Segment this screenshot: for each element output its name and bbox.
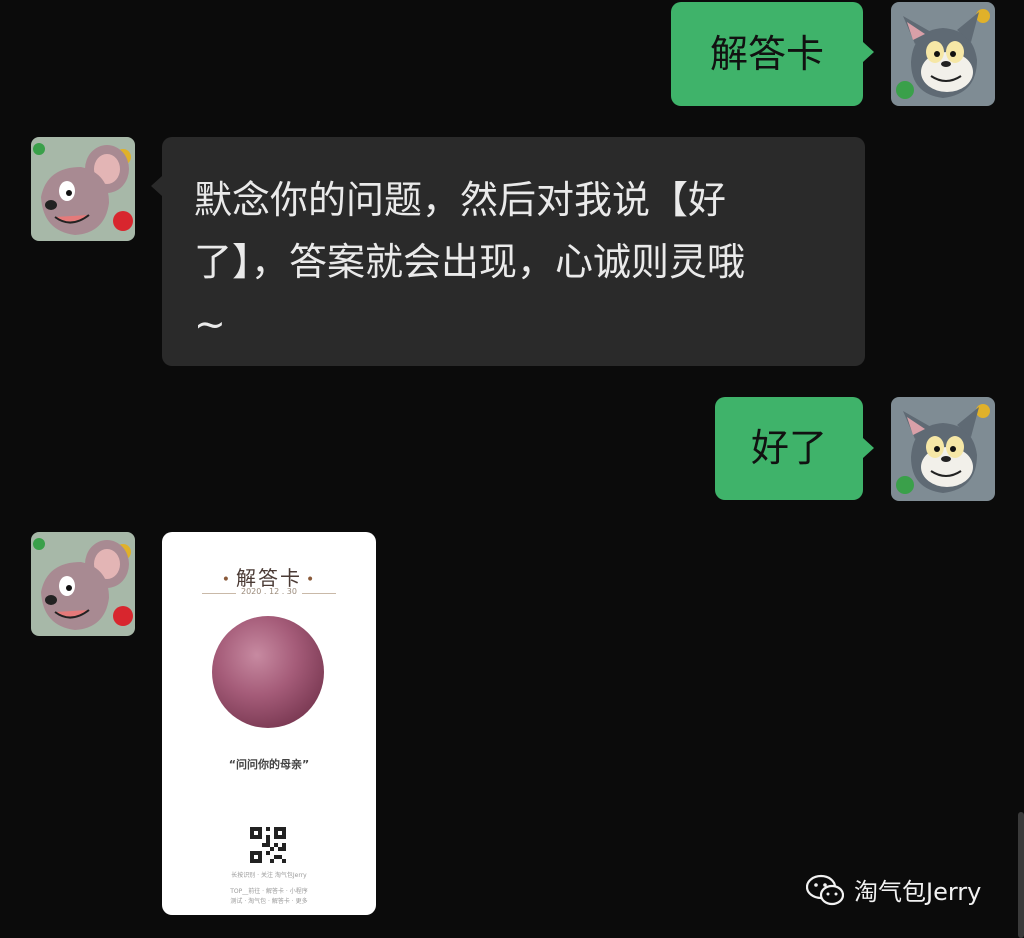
watermark-text: 淘气包Jerry (854, 878, 982, 906)
card-date: 2020 . 12 . 30 (162, 587, 376, 596)
bubble-tail (151, 176, 162, 196)
message-text-line: 默念你的问题，然后对我说【好 (194, 178, 727, 222)
message-text: 好了 (750, 426, 827, 470)
bubble-tail (863, 438, 874, 458)
message-bubble-sent[interactable]: 好了 (715, 397, 863, 500)
jerry-avatar-icon[interactable] (31, 532, 135, 636)
watermark: 淘气包Jerry (806, 872, 981, 907)
card-answer: “问问你的母亲” (228, 758, 310, 771)
message-text: 解答卡 (709, 32, 824, 76)
scrollbar[interactable] (1018, 812, 1024, 938)
bubble-tail (863, 42, 874, 62)
message-text-line: ~ (194, 302, 226, 346)
card-meta: TOP__前往 · 解答卡 · 小程序 (230, 888, 308, 895)
answer-card-image[interactable]: • 解答卡 • 2020 . 12 . 30 “问问你的母亲” 长按识别 · 关注 … (162, 532, 376, 915)
card-meta: 长按识别 · 关注 淘气包Jerry (231, 872, 307, 879)
card-date-text: 2020 . 12 . 30 (236, 587, 302, 596)
qr-code-icon (250, 827, 286, 863)
tom-avatar-icon[interactable] (891, 397, 995, 501)
message-text-line: 了】，答案就会出现，心诚则灵哦 (194, 240, 746, 284)
tom-avatar-icon[interactable] (891, 2, 995, 106)
answer-circle-image (212, 616, 324, 728)
wechat-icon (806, 874, 844, 905)
ornament-dot-icon: • (221, 571, 232, 588)
message-bubble-sent[interactable]: 解答卡 (671, 2, 863, 106)
card-meta: 测试 · 淘气包 · 解答卡 · 更多 (230, 898, 308, 905)
message-bubble-received[interactable]: 默念你的问题，然后对我说【好 了】，答案就会出现，心诚则灵哦 ~ (162, 137, 865, 366)
ornament-dot-icon: • (306, 571, 317, 588)
jerry-avatar-icon[interactable] (31, 137, 135, 241)
